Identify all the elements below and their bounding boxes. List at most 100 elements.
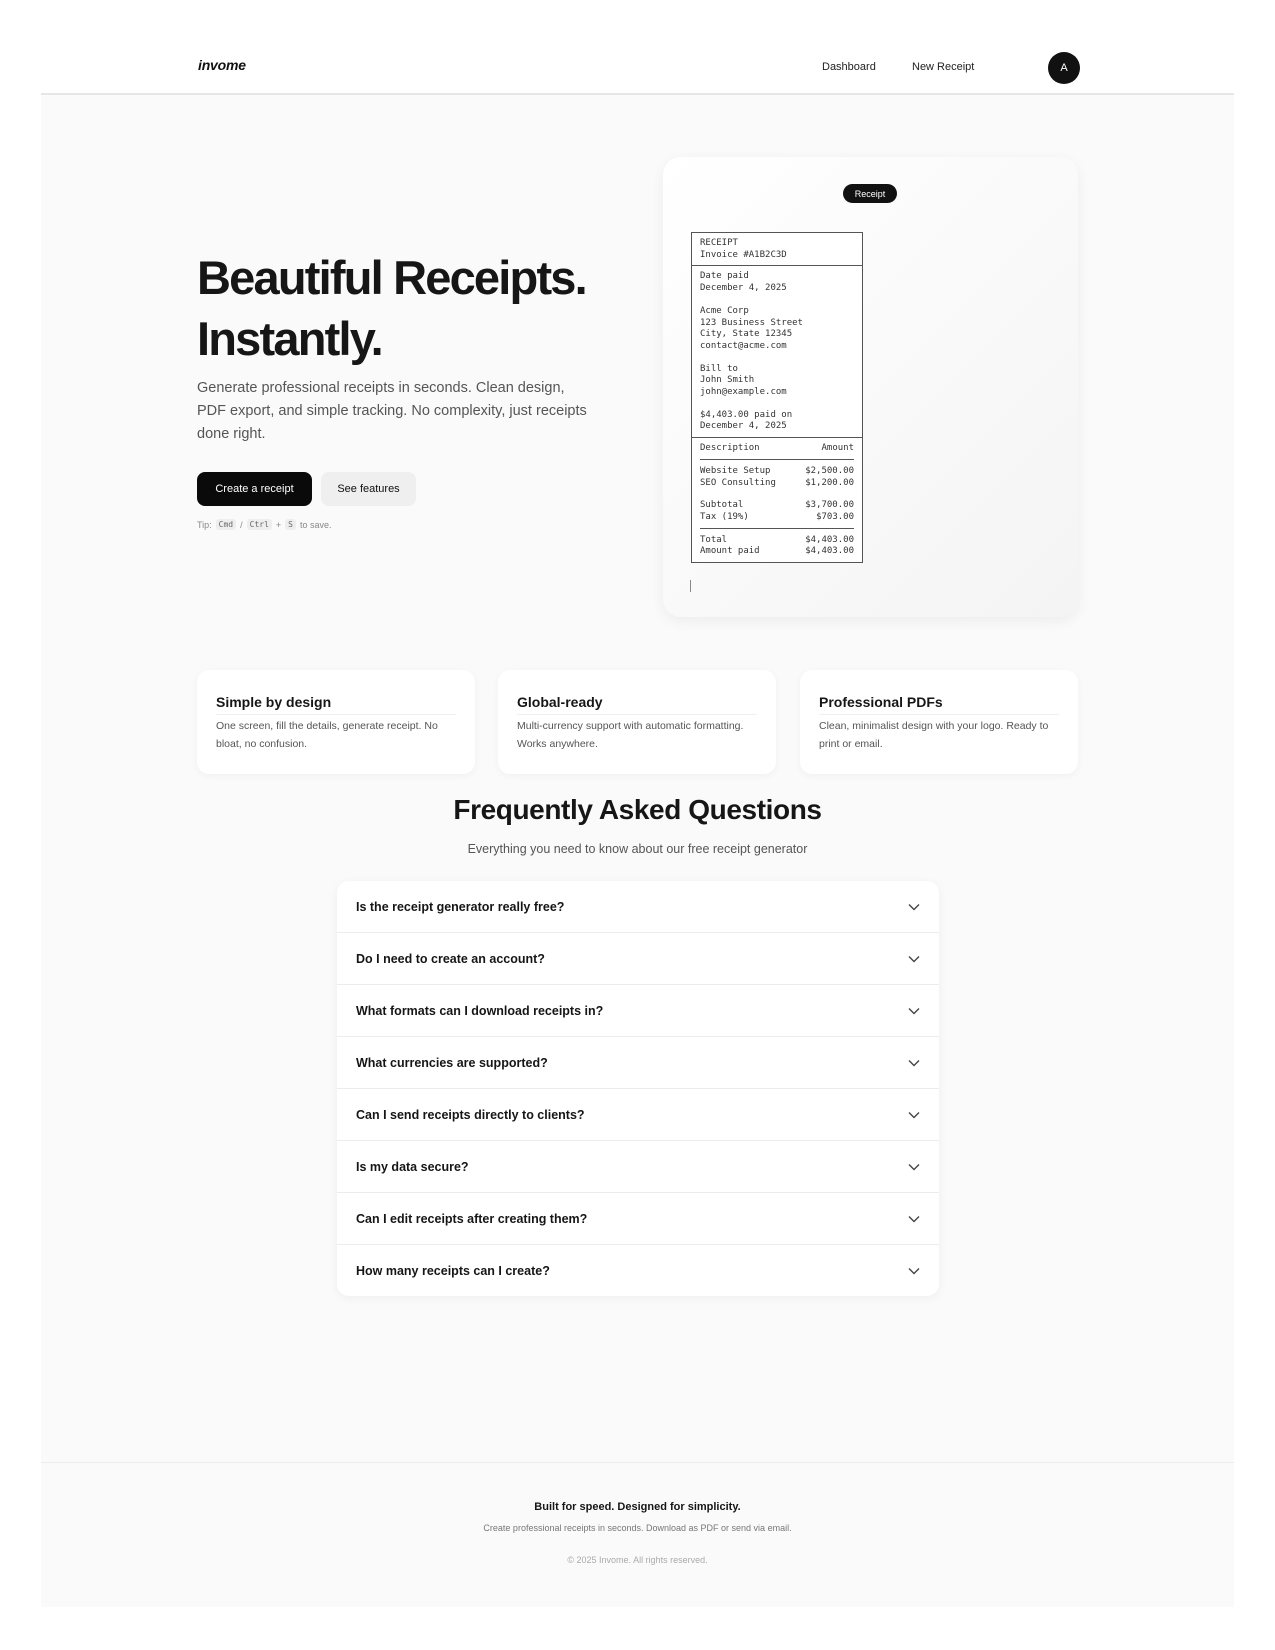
chevron-down-icon [908,1215,920,1222]
subtotal-label: Subtotal [700,500,744,511]
hero-title: Beautiful Receipts. Instantly. [197,247,588,369]
tax-label: Tax (19%) [700,511,749,522]
bill-to-email: john@example.com [700,387,787,398]
amount-paid-row: Amount paid $4,403.00 [700,546,854,558]
paid-summary-line-1: $4,403.00 paid on [700,409,793,420]
faq-question: What currencies are supported? [356,1055,548,1070]
line-item-amount: $1,200.00 [805,477,854,488]
total-value: $4,403.00 [805,534,854,545]
faq-question: Can I edit receipts after creating them? [356,1211,588,1226]
feature-text: Clean, minimalist design with your logo.… [819,720,1049,750]
chevron-down-icon [908,903,920,910]
faq-question: Is the receipt generator really free? [356,899,565,914]
logo[interactable]: invome [198,57,246,73]
faq-list: Is the receipt generator really free? Do… [337,881,939,1296]
date-paid-label: Date paid [700,271,749,282]
see-features-button[interactable]: See features [321,472,416,506]
faq-item[interactable]: Do I need to create an account? [337,933,939,985]
feature-card-simple: Simple by design One screen, fill the de… [197,670,475,774]
kbd-ctrl: Ctrl [246,519,272,530]
text-caret [690,580,691,592]
faq-question: Do I need to create an account? [356,951,545,966]
receipt-header-section: RECEIPT Invoice #A1B2C3D [692,233,862,265]
chevron-down-icon [908,1163,920,1170]
company-street: 123 Business Street [700,317,803,328]
hero-title-line-2: Instantly. [197,312,384,365]
paid-summary-line-2: December 4, 2025 [700,421,787,432]
tip-suffix: to save. [300,519,332,530]
faq-question: What formats can I download receipts in? [356,1003,604,1018]
save-tip: Tip: Cmd / Ctrl + S to save. [197,519,332,530]
faq-subtitle: Everything you need to know about our fr… [467,842,808,856]
nav-new-receipt[interactable]: New Receipt [912,61,974,73]
subtotal-row: Subtotal $3,700.00 [700,500,854,512]
amount-paid-label: Amount paid [700,546,760,557]
faq-question: Is my data secure? [356,1159,469,1174]
footer-headline: Built for speed. Designed for simplicity… [534,1501,741,1513]
nav-dashboard[interactable]: Dashboard [822,61,876,73]
footer-text: Create professional receipts in seconds.… [483,1523,792,1533]
feature-text: Multi-currency support with automatic fo… [517,720,744,750]
footer: Built for speed. Designed for simplicity… [41,1462,1234,1608]
feature-card-pdfs: Professional PDFs Clean, minimalist desi… [800,670,1078,774]
hero-title-line-1: Beautiful Receipts. [197,251,588,304]
line-item-description: Website Setup [700,465,771,476]
faq-title: Frequently Asked Questions [453,794,822,825]
feature-card-global: Global-ready Multi-currency support with… [498,670,776,774]
items-header: Description Amount [700,443,854,455]
tip-prefix: Tip: [197,519,212,530]
faq-item[interactable]: Is my data secure? [337,1141,939,1193]
chevron-down-icon [908,1267,920,1274]
faq-item[interactable]: Is the receipt generator really free? [337,881,939,933]
tax-value: $703.00 [816,511,854,522]
col-description: Description [700,443,760,454]
company-email: contact@acme.com [700,340,787,351]
chevron-down-icon [908,955,920,962]
total-label: Total [700,534,728,545]
line-item: SEO Consulting $1,200.00 [700,478,854,490]
receipt-items-section: Description Amount Website Setup $2,500.… [692,437,862,562]
receipt-preview: RECEIPT Invoice #A1B2C3D Date paid Decem… [691,232,863,564]
feature-title: Global-ready [517,694,603,710]
company-city: City, State 12345 [700,329,793,340]
company-name: Acme Corp [700,305,749,316]
faq-item[interactable]: How many receipts can I create? [337,1245,939,1296]
hero-subtitle: Generate professional receipts in second… [197,380,587,442]
feature-title: Simple by design [216,694,332,710]
receipt-heading: RECEIPT [700,238,738,248]
total-row: Total $4,403.00 [700,535,854,547]
tip-slash: / [240,519,243,530]
faq-item[interactable]: What formats can I download receipts in? [337,985,939,1037]
line-item-amount: $2,500.00 [805,465,854,476]
kbd-cmd: Cmd [215,519,237,530]
receipt-details-section: Date paid December 4, 2025 Acme Corp 123… [692,265,862,437]
line-item-description: SEO Consulting [700,477,776,488]
tax-row: Tax (19%) $703.00 [700,512,854,524]
feature-text: One screen, fill the details, generate r… [216,720,438,750]
bill-to-name: John Smith [700,375,755,386]
tip-plus: + [275,519,282,530]
chevron-down-icon [908,1059,920,1066]
col-amount: Amount [821,443,854,454]
top-nav: invome Dashboard New Receipt A [41,41,1234,95]
avatar[interactable]: A [1048,52,1080,84]
faq-item[interactable]: What currencies are supported? [337,1037,939,1089]
faq-item[interactable]: Can I send receipts directly to clients? [337,1089,939,1141]
line-item: Website Setup $2,500.00 [700,466,854,478]
chevron-down-icon [908,1111,920,1118]
bill-to-label: Bill to [700,363,738,374]
faq-question: How many receipts can I create? [356,1263,550,1278]
receipt-invoice-number: Invoice #A1B2C3D [700,249,787,260]
faq-question: Can I send receipts directly to clients? [356,1107,585,1122]
kbd-s: S [285,519,296,530]
date-paid-value: December 4, 2025 [700,283,787,294]
receipt-preview-card: Receipt RECEIPT Invoice #A1B2C3D Date pa… [663,157,1078,617]
page-frame: invome Dashboard New Receipt A Beautiful… [41,41,1234,1607]
chevron-down-icon [908,1007,920,1014]
create-receipt-button[interactable]: Create a receipt [197,472,312,506]
faq-item[interactable]: Can I edit receipts after creating them? [337,1193,939,1245]
receipt-badge: Receipt [843,184,897,203]
amount-paid-value: $4,403.00 [805,546,854,557]
feature-title: Professional PDFs [819,694,943,710]
subtotal-value: $3,700.00 [805,500,854,511]
